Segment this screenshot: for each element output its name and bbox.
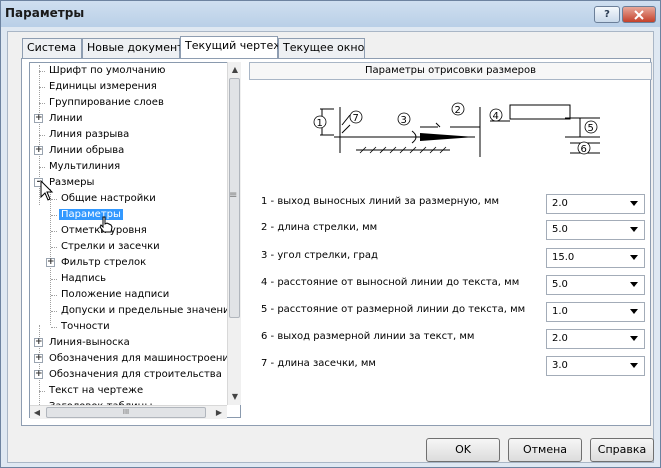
tree-item-construction-symbols[interactable]: + Обозначения для строительства: [34, 367, 224, 383]
tree-item-break-line[interactable]: Линия разрыва: [34, 127, 131, 143]
tree-item-arrow-filter[interactable]: + Фильтр стрелок: [46, 255, 148, 271]
expand-icon[interactable]: +: [34, 338, 43, 347]
expand-icon[interactable]: +: [34, 370, 43, 379]
param-select-7[interactable]: 3.0: [546, 356, 645, 376]
tab-current-window[interactable]: Текущее окно: [278, 38, 365, 58]
tree-connector: [39, 167, 45, 168]
mouse-cursor-icon: [40, 180, 54, 201]
tree-connector: [39, 87, 45, 88]
tree-connector: [51, 231, 57, 232]
tree-item-arrows[interactable]: Стрелки и засечки: [46, 239, 162, 255]
tree-connector: [39, 71, 45, 72]
ok-button[interactable]: OK: [426, 438, 500, 462]
diagram-label-4: 4: [493, 111, 499, 122]
chevron-down-icon: [630, 309, 638, 314]
diagram-label-5: 5: [588, 123, 594, 134]
param-label-5: 5 - расстояние от размерной линии до тек…: [261, 304, 526, 315]
tree-item-layer-grouping[interactable]: Группирование слоев: [34, 95, 166, 111]
chevron-down-icon: [630, 363, 638, 368]
tab-new-documents[interactable]: Новые документы: [82, 38, 192, 58]
tree-item-mechanical-symbols[interactable]: + Обозначения для машиностроения: [34, 351, 237, 367]
scroll-down-arrow-icon[interactable]: ▼: [230, 392, 240, 401]
expand-icon[interactable]: +: [34, 146, 43, 155]
tree-connector: [51, 279, 57, 280]
settings-tree[interactable]: Шрифт по умолчанию Единицы измерения Гру…: [29, 62, 241, 418]
tree-connector: [51, 311, 57, 312]
param-select-1[interactable]: 2.0: [546, 194, 645, 214]
tree-connector: [51, 215, 57, 216]
tree-horizontal-scrollbar[interactable]: ◀ III ▶: [30, 405, 227, 419]
scroll-grip-icon: ≡: [229, 190, 238, 201]
tree-item-precision[interactable]: Точности: [46, 319, 112, 335]
param-select-5[interactable]: 1.0: [546, 302, 645, 322]
title-bar[interactable]: Параметры ?: [1, 1, 660, 27]
tree-connector: [39, 135, 45, 136]
help-title-button[interactable]: ?: [594, 6, 620, 23]
chevron-down-icon: [630, 282, 638, 287]
diagram-label-3: 3: [401, 115, 407, 126]
tab-system[interactable]: Система: [22, 38, 82, 58]
scroll-up-arrow-icon[interactable]: ▲: [230, 65, 240, 74]
tree-connector: [51, 295, 57, 296]
help-button[interactable]: Справка: [590, 438, 654, 462]
cancel-button[interactable]: Отмена: [508, 438, 582, 462]
tree-item-default-font[interactable]: Шрифт по умолчанию: [34, 63, 167, 79]
tab-current-drawing[interactable]: Текущий чертеж: [180, 36, 283, 59]
close-button[interactable]: [622, 6, 656, 23]
window-title: Параметры: [5, 6, 85, 20]
chevron-down-icon: [630, 227, 638, 232]
param-select-3[interactable]: 15.0: [546, 248, 645, 268]
tree-item-leader-line[interactable]: + Линия-выноска: [34, 335, 132, 351]
scroll-left-arrow-icon[interactable]: ◀: [32, 408, 42, 417]
param-label-6: 6 - выход размерной линии за текст, мм: [261, 331, 475, 342]
diagram-label-6: 6: [581, 144, 587, 155]
expand-icon[interactable]: +: [46, 258, 55, 267]
tree-item-multiline[interactable]: Мультилиния: [34, 159, 122, 175]
tree-vertical-scrollbar[interactable]: ▲ ▼: [227, 62, 241, 405]
dimension-diagram: 1 7 3 2 4 5 6: [313, 102, 600, 157]
tree-item-tolerances[interactable]: Допуски и предельные значения: [46, 303, 238, 319]
param-select-6[interactable]: 2.0: [546, 329, 645, 349]
hand-cursor-icon: [99, 216, 113, 233]
diagram-label-7: 7: [353, 113, 359, 124]
tree-item-units[interactable]: Единицы измерения: [34, 79, 159, 95]
param-select-2[interactable]: 5.0: [546, 220, 645, 240]
tree-connector: [51, 327, 57, 328]
diagram-label-1: 1: [317, 118, 323, 129]
tree-item-lines[interactable]: + Линии: [34, 111, 85, 127]
param-label-4: 4 - расстояние от выносной линии до текс…: [261, 277, 520, 288]
scrollbar-thumb[interactable]: III: [46, 407, 206, 418]
tree-connector: [39, 103, 45, 104]
expand-icon[interactable]: +: [34, 114, 43, 123]
tree-item-drawing-text[interactable]: Текст на чертеже: [34, 383, 145, 399]
chevron-down-icon: [630, 255, 638, 260]
close-icon: [634, 10, 644, 20]
params-header: Параметры отрисовки размеров: [249, 62, 652, 80]
param-select-4[interactable]: 5.0: [546, 275, 645, 295]
diagram-label-2: 2: [455, 105, 461, 116]
param-label-7: 7 - длина засечки, мм: [261, 358, 376, 369]
chevron-down-icon: [630, 201, 638, 206]
tree-connector: [39, 391, 45, 392]
param-label-3: 3 - угол стрелки, град: [261, 250, 378, 261]
chevron-down-icon: [630, 336, 638, 341]
scroll-right-arrow-icon[interactable]: ▶: [214, 408, 224, 417]
param-label-2: 2 - длина стрелки, мм: [261, 222, 378, 233]
tree-item-inscription[interactable]: Надпись: [46, 271, 108, 287]
tree-item-cut-lines[interactable]: + Линии обрыва: [34, 143, 126, 159]
expand-icon[interactable]: +: [34, 354, 43, 363]
tree-item-general-settings[interactable]: Общие настройки: [46, 191, 158, 207]
param-label-1: 1 - выход выносных линий за размерную, м…: [261, 196, 500, 207]
tree-connector: [51, 247, 57, 248]
tree-item-inscription-position[interactable]: Положение надписи: [46, 287, 171, 303]
